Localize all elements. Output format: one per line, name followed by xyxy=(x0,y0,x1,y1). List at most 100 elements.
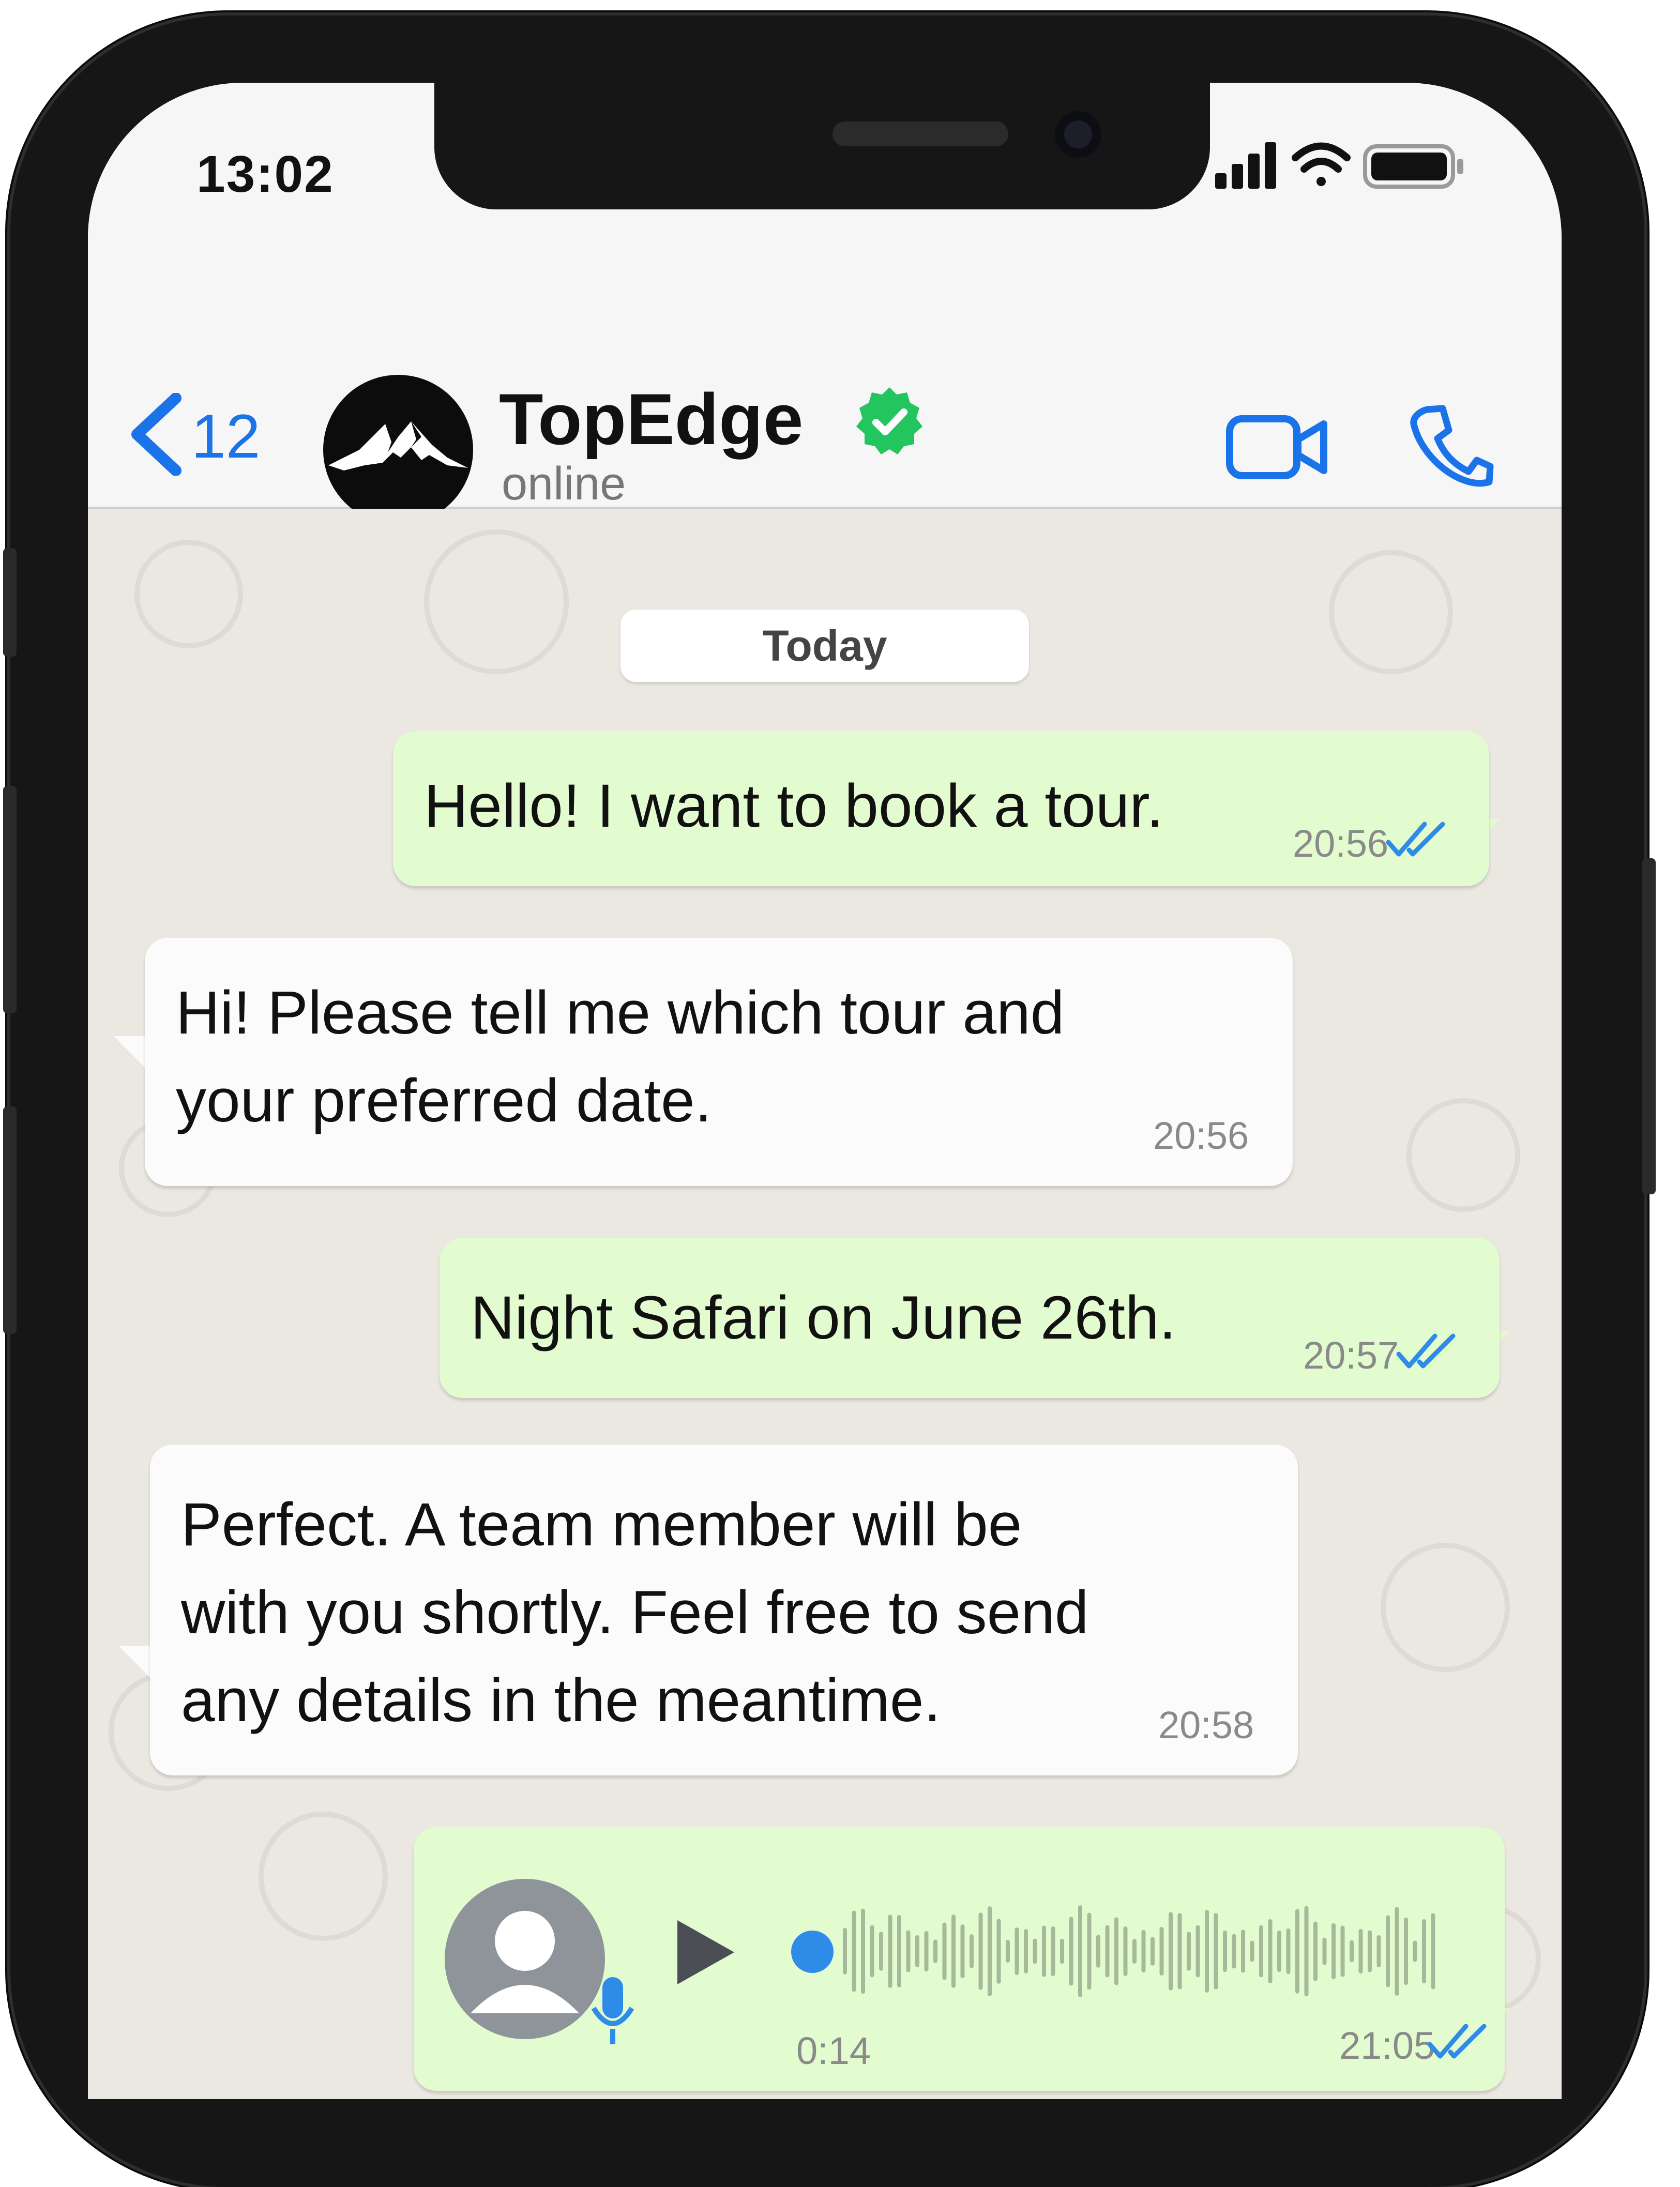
video-call-button[interactable] xyxy=(1225,408,1329,486)
phone-icon xyxy=(1410,405,1494,487)
message-text: Hello! I want to book a tour. xyxy=(424,772,1163,840)
message-bubble-outgoing[interactable]: Hello! I want to book a tour. 20:56 xyxy=(393,731,1489,886)
video-camera-icon xyxy=(1226,415,1327,479)
contact-name[interactable]: TopEdge xyxy=(499,377,803,461)
waveform-bar xyxy=(1241,1930,1245,1973)
contact-avatar[interactable] xyxy=(323,375,473,525)
message-bubble-incoming[interactable]: Perfect. A team member will be with you … xyxy=(150,1445,1298,1775)
waveform-bar xyxy=(1033,1938,1037,1964)
waveform-bar xyxy=(852,1910,856,1992)
play-button[interactable] xyxy=(677,1920,734,1984)
waveform-bar xyxy=(1205,1909,1209,1993)
mute-switch xyxy=(3,548,17,657)
waveform-bar xyxy=(1313,1921,1318,1981)
verified-badge-icon xyxy=(856,387,922,454)
waveform-bar xyxy=(1195,1925,1200,1978)
waveform-bar xyxy=(1078,1905,1082,1997)
message-time: 21:05 xyxy=(1339,2024,1435,2067)
message-bubble-outgoing[interactable]: Night Safari on June 26th. 20:57 xyxy=(440,1238,1500,1398)
front-camera xyxy=(1055,111,1101,158)
wallpaper-doodle xyxy=(134,540,243,648)
waveform-bar xyxy=(1368,1930,1372,1972)
double-check-icon xyxy=(1386,822,1445,857)
waveform-bar xyxy=(1322,1937,1327,1965)
waveform-bar xyxy=(1177,1913,1182,1989)
message-time: 20:56 xyxy=(1293,822,1389,865)
waveform-bar xyxy=(1358,1928,1363,1974)
signal-icon xyxy=(1215,142,1276,189)
notch xyxy=(434,83,1210,209)
status-time: 13:02 xyxy=(196,145,334,203)
audio-waveform[interactable] xyxy=(838,1894,1448,2008)
waveform-bar xyxy=(1060,1938,1064,1964)
waveform-bar xyxy=(924,1931,929,1972)
waveform-bar xyxy=(1159,1927,1164,1976)
waveform-bar xyxy=(1042,1925,1046,1977)
waveform-bar xyxy=(1259,1925,1263,1978)
message-bubble-incoming[interactable]: Hi! Please tell me which tour and your p… xyxy=(145,938,1293,1186)
double-check-icon xyxy=(1427,2024,1487,2059)
message-text-line: Hi! Please tell me which tour and xyxy=(176,979,1065,1047)
unread-count[interactable]: 12 xyxy=(191,401,260,472)
date-separator: Today xyxy=(620,610,1029,682)
voice-duration: 0:14 xyxy=(796,2029,871,2072)
waveform-bar xyxy=(1250,1940,1254,1962)
waveform-bar xyxy=(1277,1930,1281,1972)
waveform-bar xyxy=(988,1906,992,1996)
wallpaper-doodle xyxy=(1406,1098,1520,1212)
waveform-bar xyxy=(1024,1929,1028,1973)
waveform-bar xyxy=(915,1935,919,1968)
waveform-bar xyxy=(906,1930,911,1972)
waveform-bar xyxy=(960,1924,965,1978)
message-time: 20:56 xyxy=(1153,1114,1249,1157)
volume-down-button xyxy=(3,1106,17,1334)
waveform-bar xyxy=(1214,1913,1218,1989)
phone-screen: 13:02 12 TopEdge online Today Hello! I w… xyxy=(88,83,1562,2099)
waveform-bar xyxy=(1395,1907,1399,1996)
waveform-bar xyxy=(1304,1906,1309,1997)
waveform-bar xyxy=(1331,1923,1336,1980)
waveform-bar xyxy=(1376,1935,1381,1968)
waveform-bar xyxy=(1350,1940,1354,1963)
volume-up-button xyxy=(3,786,17,1013)
waveform-bar xyxy=(1386,1915,1390,1987)
waveform-bar xyxy=(933,1939,937,1963)
message-time: 20:57 xyxy=(1303,1334,1399,1377)
waveform-bar xyxy=(1096,1935,1100,1968)
voice-message-bubble[interactable]: 0:14 21:05 xyxy=(414,1827,1505,2091)
battery-icon xyxy=(1363,144,1463,189)
message-text-line: Perfect. A team member will be xyxy=(181,1491,1022,1559)
chat-area: Today Hello! I want to book a tour. 20:5… xyxy=(88,509,1562,2099)
playback-scrubber[interactable] xyxy=(791,1931,834,1973)
waveform-bar xyxy=(1114,1917,1118,1985)
wallpaper-doodle xyxy=(259,1812,388,1941)
waveform-bar xyxy=(996,1919,1001,1984)
wallpaper-doodle xyxy=(1329,550,1453,674)
waveform-bar xyxy=(888,1915,892,1988)
waveform-bar xyxy=(1413,1940,1417,1962)
power-button xyxy=(1642,858,1656,1194)
waveform-bar xyxy=(1404,1917,1408,1985)
waveform-bar xyxy=(942,1922,947,1980)
waveform-bar xyxy=(1223,1930,1227,1972)
voice-call-button[interactable] xyxy=(1406,403,1494,491)
waveform-bar xyxy=(1286,1928,1291,1975)
waveform-bar xyxy=(1169,1912,1173,1991)
waveform-bar xyxy=(1015,1927,1019,1975)
waveform-bar xyxy=(1422,1919,1426,1984)
contact-status: online xyxy=(502,458,626,510)
waveform-bar xyxy=(843,1928,847,1975)
waveform-bar xyxy=(951,1915,956,1988)
message-text: Night Safari on June 26th. xyxy=(471,1284,1176,1352)
message-text-line: your preferred date. xyxy=(176,1067,712,1135)
earpiece xyxy=(833,122,1008,146)
waveform-bar xyxy=(1006,1940,1010,1963)
sender-avatar xyxy=(445,1879,605,2039)
status-icons xyxy=(1215,142,1463,189)
waveform-bar xyxy=(1051,1926,1055,1977)
waveform-bar xyxy=(897,1915,901,1987)
mic-icon xyxy=(591,1977,634,2044)
waveform-bar xyxy=(1105,1925,1110,1978)
message-text-line: any details in the meantime. xyxy=(181,1666,941,1735)
user-silhouette-icon xyxy=(471,1911,579,2013)
